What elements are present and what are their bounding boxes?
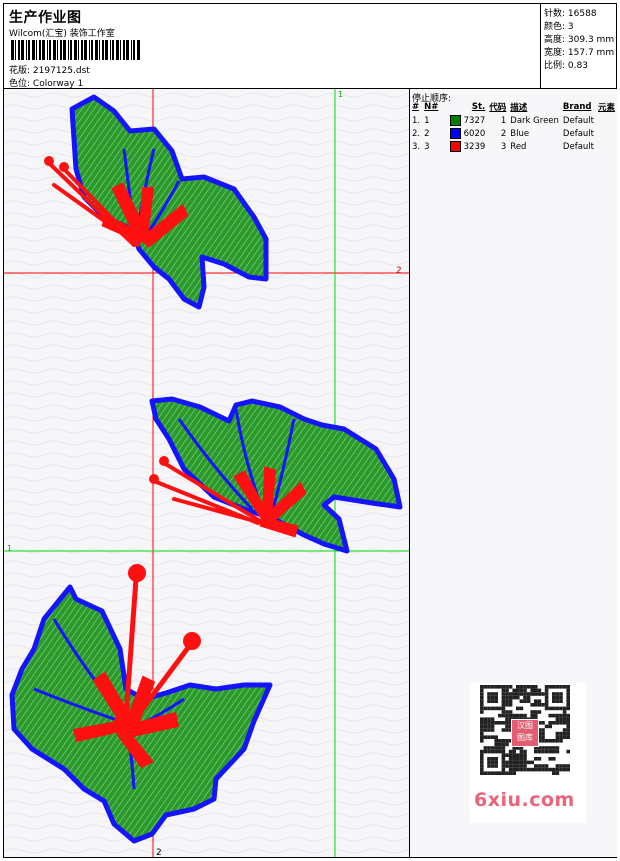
- cell-num: 3.: [412, 141, 421, 152]
- design-canvas: 1 2 1 2: [4, 89, 409, 857]
- guide-label-left: 1: [7, 544, 12, 553]
- stats-panel: 针数: 16588 颜色: 3 高度: 309.3 mm 宽度: 157.7 m…: [540, 3, 617, 88]
- stat-stitches: 针数: 16588: [544, 6, 597, 19]
- cell-num: 2.: [412, 128, 421, 139]
- col-header-desc: 描述: [510, 103, 528, 113]
- table-row: 3. 3 3239 3 Red Default: [410, 140, 617, 153]
- stat-value: 309.3 mm: [567, 35, 615, 45]
- cell-n: 2: [424, 128, 430, 139]
- cell-element: [596, 140, 617, 153]
- table-row: 2. 2 6020 2 Blue Default: [410, 127, 617, 140]
- stat-label: 针数:: [544, 9, 566, 19]
- design-file-label: 花版:: [9, 66, 31, 76]
- stat-label: 高度:: [544, 35, 566, 45]
- cell-num: 1.: [412, 115, 421, 126]
- stat-label: 颜色:: [544, 22, 566, 32]
- stat-value: 16588: [567, 9, 597, 19]
- table-row: 1. 1 7327 1 Dark Green Default: [410, 114, 617, 127]
- cell-brand: Default: [562, 141, 594, 152]
- cell-n: 1: [424, 115, 430, 126]
- stamen-tip: [44, 156, 54, 166]
- flower-center: [113, 714, 135, 736]
- color-sequence-table: # N# St. 代码 描述 Brand 元素 1. 1 7327 1 Dark Gre…: [410, 100, 617, 153]
- cell-element: [596, 114, 617, 127]
- cell-stitches: 3239: [440, 140, 487, 153]
- cell-code: 2: [500, 128, 507, 139]
- col-header-stitches: St.: [471, 102, 486, 112]
- cell-desc: Red: [510, 141, 527, 152]
- cell-desc: Dark Green: [510, 115, 559, 126]
- color-swatch: [449, 128, 461, 139]
- stamen-tip: [59, 162, 69, 172]
- col-header-n: N#: [424, 102, 439, 112]
- design-file-value: 2197125.dst: [32, 66, 90, 76]
- guide-label-top: 1: [338, 90, 343, 99]
- color-swatch: [449, 115, 461, 126]
- stamen-tip: [159, 456, 169, 466]
- watermark-text: 6xiu.com: [474, 789, 575, 811]
- cell-brand: Default: [562, 128, 594, 139]
- stat-value: 3: [567, 22, 574, 32]
- cell-element: [596, 127, 617, 140]
- cell-code: 1: [500, 115, 507, 126]
- stamen-tip: [128, 564, 146, 582]
- cell-desc: Blue: [510, 128, 530, 139]
- stat-label: 宽度:: [544, 48, 566, 58]
- cell-code: 3: [500, 141, 507, 152]
- cell-brand: Default: [562, 115, 594, 126]
- stitch-count: 6020: [463, 129, 486, 139]
- watermark-seal: 汉图 图库: [511, 719, 539, 747]
- guide-label-bottom: 2: [156, 848, 162, 857]
- table-header-row: # N# St. 代码 描述 Brand 元素: [410, 100, 617, 114]
- color-swatch: [449, 141, 461, 152]
- stamen-tip: [149, 474, 159, 484]
- embroidery-preview: 1 2 1 2: [4, 89, 409, 857]
- col-header-element: 元素: [597, 103, 615, 113]
- stat-width: 宽度: 157.7 mm: [544, 45, 614, 58]
- page-title: 生产作业图: [9, 10, 82, 26]
- stat-scale: 比例: 0.83: [544, 58, 588, 71]
- header-panel: 生产作业图 Wilcom(汇宝) 装饰工作室 花版: 2197125.dst 色…: [3, 3, 541, 89]
- guide-label-right: 2: [396, 266, 402, 276]
- studio-name: Wilcom(汇宝) 装饰工作室: [9, 29, 115, 39]
- stat-value: 0.83: [567, 61, 588, 71]
- col-header-num: #: [412, 102, 420, 112]
- stitch-count: 3239: [463, 142, 486, 152]
- stamen-tip: [183, 632, 201, 650]
- cell-stitches: 7327: [440, 114, 487, 127]
- stat-colors: 颜色: 3: [544, 19, 574, 32]
- cell-stitches: 6020: [440, 127, 487, 140]
- cell-n: 3: [424, 141, 430, 152]
- barcode: [11, 40, 140, 60]
- design-file-row: 花版: 2197125.dst: [9, 63, 90, 76]
- stitch-count: 7327: [463, 116, 486, 126]
- stat-height: 高度: 309.3 mm: [544, 32, 614, 45]
- stat-value: 157.7 mm: [567, 48, 615, 58]
- col-header-code: 代码: [489, 103, 507, 113]
- col-header-brand: Brand: [562, 102, 592, 112]
- stat-label: 比例:: [544, 61, 566, 71]
